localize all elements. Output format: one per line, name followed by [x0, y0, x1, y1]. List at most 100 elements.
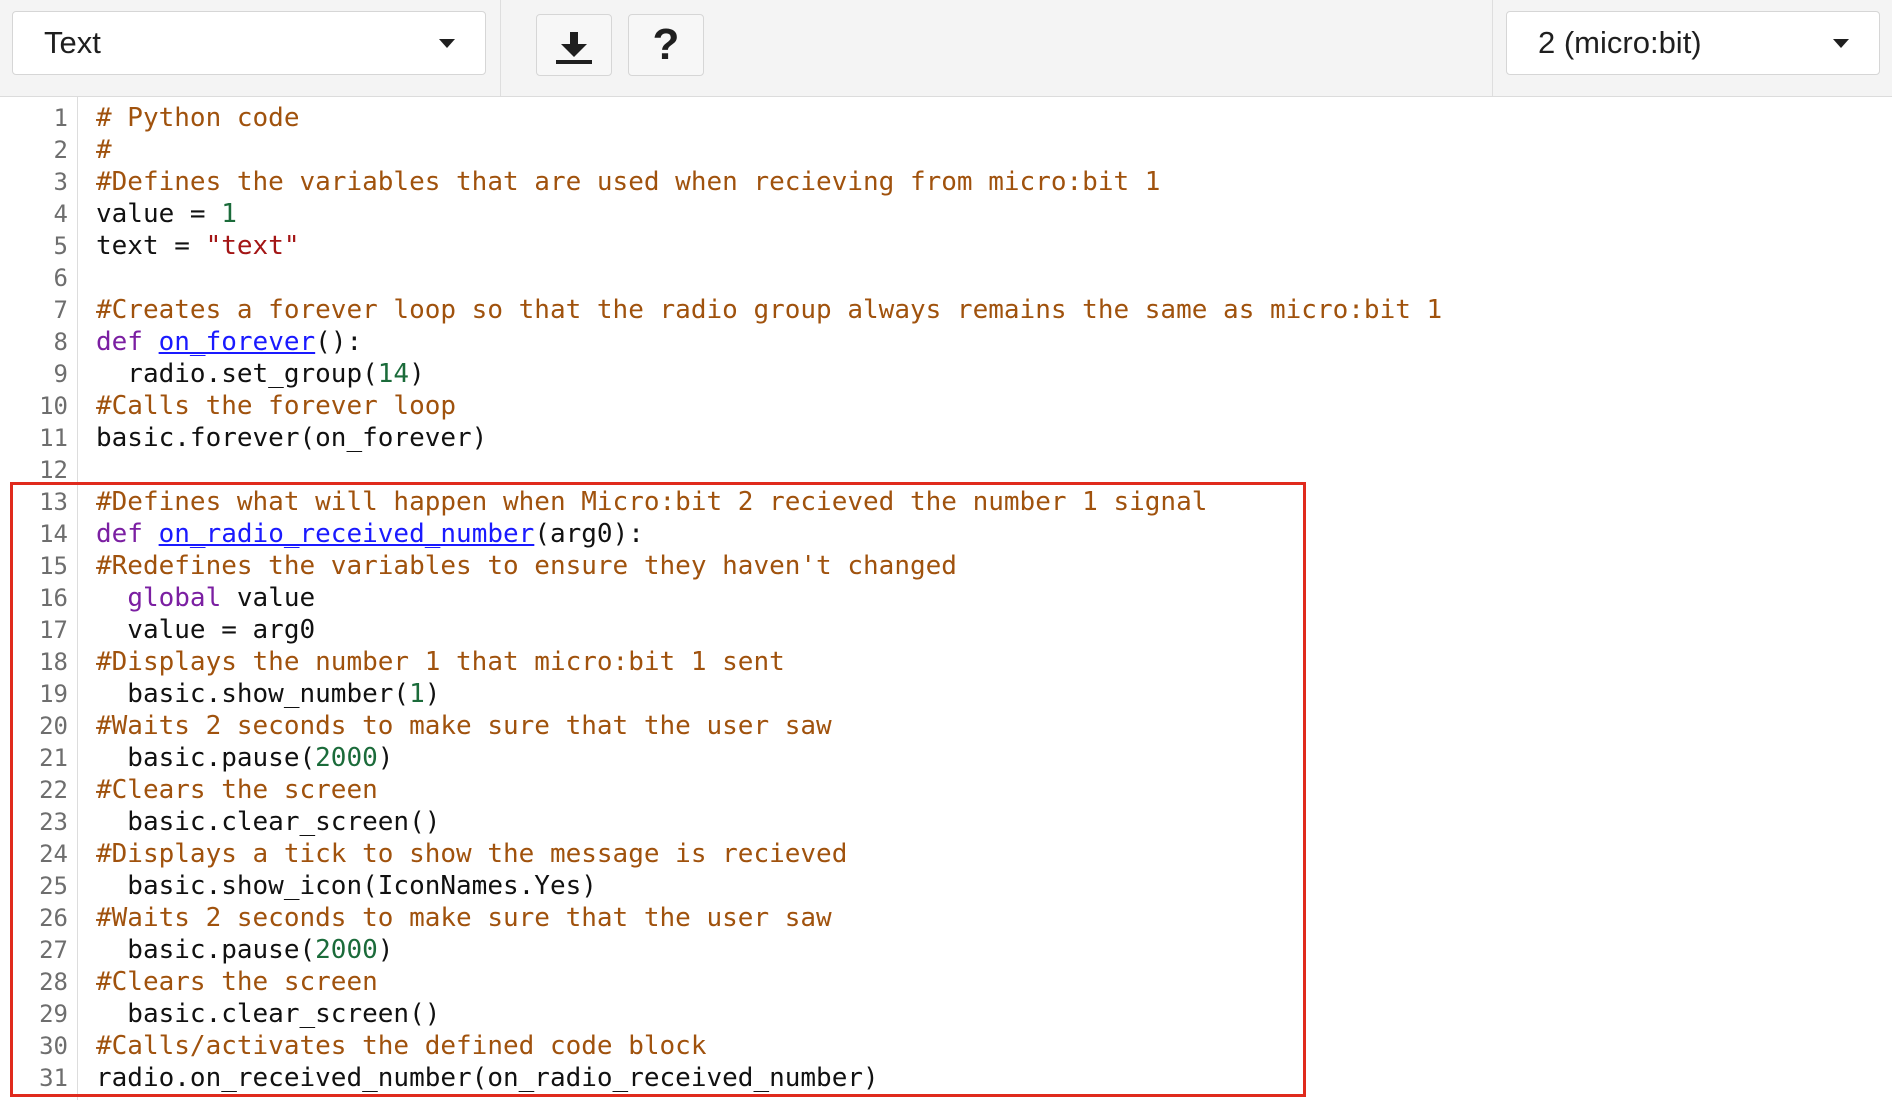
code-text: basic.show_icon(IconNames.Yes) — [96, 870, 597, 902]
download-icon — [556, 32, 592, 64]
code-line[interactable]: 15 #Redefines the variables to ensure the… — [0, 550, 1892, 582]
code-text: #Displays the number 1 that micro:bit 1 … — [96, 646, 785, 678]
download-button[interactable] — [536, 14, 612, 76]
code-token-comment: #Displays the number 1 that micro:bit 1 … — [96, 647, 785, 677]
code-line[interactable]: 5 text = "text" — [0, 230, 1892, 262]
code-line[interactable]: 7 #Creates a forever loop so that the rad… — [0, 294, 1892, 326]
code-line[interactable]: 6 — [0, 262, 1892, 294]
line-number: 7 — [53, 296, 68, 324]
code-text: #Defines the variables that are used whe… — [96, 166, 1160, 198]
line-number: 28 — [39, 968, 68, 996]
code-text: #Clears the screen — [96, 966, 378, 998]
line-number: 22 — [39, 776, 68, 804]
language-dropdown[interactable]: Text — [12, 11, 486, 75]
code-line[interactable]: 2 # — [0, 134, 1892, 166]
code-line[interactable]: 16 global value — [0, 582, 1892, 614]
code-token-keyword: def — [96, 327, 159, 357]
code-line[interactable]: 24 #Displays a tick to show the message i… — [0, 838, 1892, 870]
code-line[interactable]: 30 #Calls/activates the defined code bloc… — [0, 1030, 1892, 1062]
line-number: 1 — [53, 104, 68, 132]
code-text: #Defines what will happen when Micro:bit… — [96, 486, 1207, 518]
code-line[interactable]: 26 #Waits 2 seconds to make sure that the… — [0, 902, 1892, 934]
code-text: basic.clear_screen() — [96, 998, 440, 1030]
code-line[interactable]: 18 #Displays the number 1 that micro:bit … — [0, 646, 1892, 678]
code-text: text = "text" — [96, 230, 300, 262]
code-token-plain: basic.forever(on_forever) — [96, 423, 488, 453]
code-token-number: 1 — [409, 679, 425, 709]
code-token-comment: #Waits 2 seconds to make sure that the u… — [96, 903, 832, 933]
toolbar-divider — [1492, 0, 1493, 96]
toolbar: Text ? 2 (micro:bit) — [0, 0, 1892, 97]
line-number: 13 — [39, 488, 68, 516]
code-line[interactable]: 1 # Python code — [0, 102, 1892, 134]
code-token-plain: ) — [409, 359, 425, 389]
code-line[interactable]: 23 basic.clear_screen() — [0, 806, 1892, 838]
language-dropdown-label: Text — [44, 25, 101, 60]
code-line[interactable]: 22 #Clears the screen — [0, 774, 1892, 806]
code-token-plain: (): — [315, 327, 363, 357]
toolbar-divider — [500, 0, 501, 96]
code-line[interactable]: 4 value = 1 — [0, 198, 1892, 230]
code-line[interactable]: 10 #Calls the forever loop — [0, 390, 1892, 422]
code-token-def: on_forever — [158, 327, 316, 357]
code-text: basic.show_number(1) — [96, 678, 440, 710]
code-text: basic.forever(on_forever) — [96, 422, 487, 454]
code-line[interactable]: 25 basic.show_icon(IconNames.Yes) — [0, 870, 1892, 902]
code-text: #Calls the forever loop — [96, 390, 456, 422]
line-number: 18 — [39, 648, 68, 676]
code-line[interactable]: 27 basic.pause(2000) — [0, 934, 1892, 966]
code-line[interactable]: 12 — [0, 454, 1892, 486]
code-text: #Clears the screen — [96, 774, 378, 806]
code-line[interactable]: 17 value = arg0 — [0, 614, 1892, 646]
code-line[interactable]: 28 #Clears the screen — [0, 966, 1892, 998]
line-number: 29 — [39, 1000, 68, 1028]
code-text: #Displays a tick to show the message is … — [96, 838, 847, 870]
code-line[interactable]: 31 radio.on_received_number(on_radio_rece… — [0, 1062, 1892, 1094]
code-token-plain: basic.clear_screen() — [96, 999, 441, 1029]
code-token-comment: # Python code — [96, 103, 300, 133]
code-line[interactable]: 13 #Defines what will happen when Micro:b… — [0, 486, 1892, 518]
code-line[interactable]: 8 def on_forever(): — [0, 326, 1892, 358]
code-line[interactable]: 14 def on_radio_received_number(arg0): — [0, 518, 1892, 550]
code-text: #Waits 2 seconds to make sure that the u… — [96, 902, 832, 934]
code-line[interactable]: 3 #Defines the variables that are used wh… — [0, 166, 1892, 198]
code-line[interactable]: 19 basic.show_number(1) — [0, 678, 1892, 710]
code-text: value = arg0 — [96, 614, 315, 646]
code-token-plain: value = — [96, 199, 222, 229]
code-editor[interactable]: 1 # Python code 2 #3 #Defines the variables … — [0, 97, 1892, 1100]
code-line[interactable]: 29 basic.clear_screen() — [0, 998, 1892, 1030]
line-number: 27 — [39, 936, 68, 964]
code-token-plain: text = — [96, 231, 206, 261]
code-token-number: 2000 — [315, 743, 378, 773]
code-token-comment: #Defines the variables that are used whe… — [96, 167, 1161, 197]
code-token-plain: basic.show_number( — [96, 679, 410, 709]
code-text: #Creates a forever loop so that the radi… — [96, 294, 1442, 326]
code-token-plain: ) — [424, 679, 441, 709]
code-line[interactable]: 21 basic.pause(2000) — [0, 742, 1892, 774]
line-number: 14 — [39, 520, 68, 548]
code-token-comment: #Calls the forever loop — [96, 391, 457, 421]
code-token-plain: ) — [377, 743, 394, 773]
chevron-down-icon — [439, 39, 455, 48]
line-number: 30 — [39, 1032, 68, 1060]
code-line[interactable]: 9 radio.set_group(14) — [0, 358, 1892, 390]
line-number: 16 — [39, 584, 68, 612]
code-line[interactable]: 20 #Waits 2 seconds to make sure that the… — [0, 710, 1892, 742]
line-number: 5 — [53, 232, 68, 260]
help-button[interactable]: ? — [628, 14, 704, 76]
code-line[interactable]: 11 basic.forever(on_forever) — [0, 422, 1892, 454]
line-number: 25 — [39, 872, 68, 900]
code-text: basic.pause(2000) — [96, 742, 393, 774]
line-number: 6 — [53, 264, 68, 292]
device-dropdown[interactable]: 2 (micro:bit) — [1506, 11, 1880, 75]
code-token-comment: #Defines what will happen when Micro:bit… — [96, 487, 1208, 517]
code-token-number: 2000 — [315, 935, 378, 965]
code-token-plain: value = arg0 — [96, 615, 316, 645]
line-number: 17 — [39, 616, 68, 644]
line-number: 10 — [39, 392, 68, 420]
code-token-plain: radio.on_received_number(on_radio_receiv… — [96, 1063, 879, 1093]
line-number: 21 — [39, 744, 68, 772]
line-number: 31 — [39, 1064, 68, 1092]
line-number: 11 — [39, 424, 68, 452]
code-text: radio.on_received_number(on_radio_receiv… — [96, 1062, 879, 1094]
